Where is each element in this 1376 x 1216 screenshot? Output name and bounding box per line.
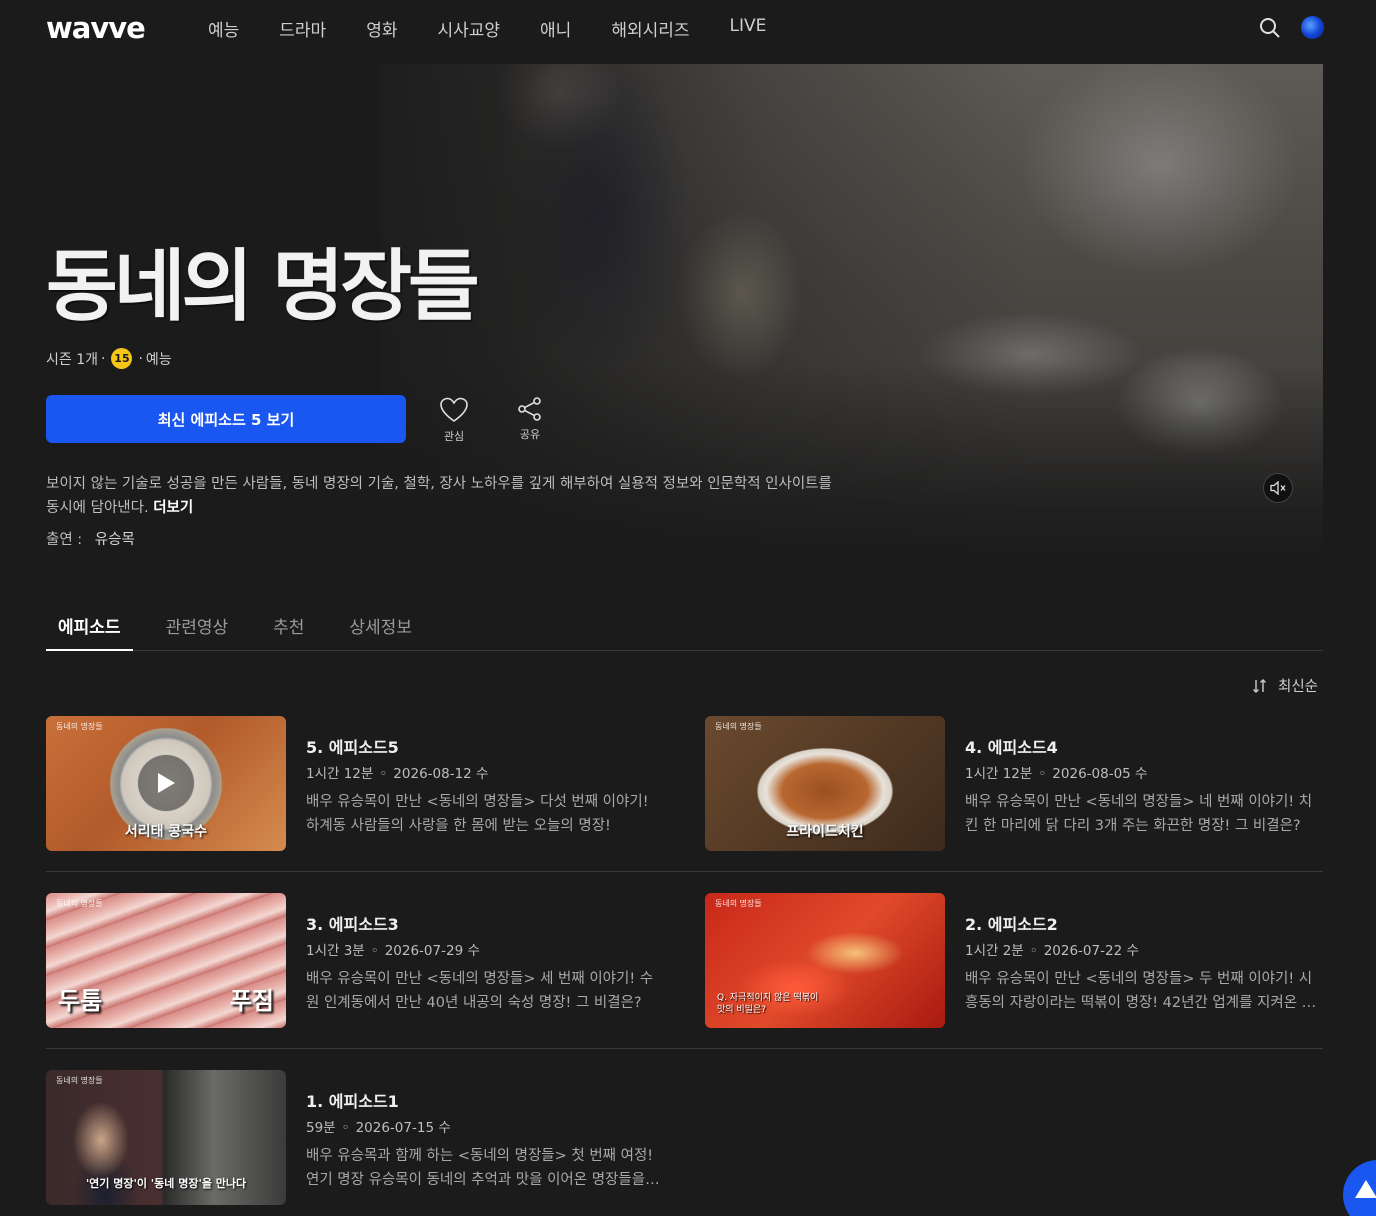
content-tabs: 에피소드 관련영상 추천 상세정보 (46, 605, 1323, 651)
episode-title[interactable]: 1. 에피소드1 (306, 1088, 399, 1112)
nav-item-variety[interactable]: 예능 (208, 16, 239, 41)
season-count: 시즌 1개 (46, 351, 98, 368)
play-overlay[interactable] (137, 754, 195, 812)
speaker-muted-icon (1270, 480, 1286, 496)
episode-item[interactable]: 동네의 명장들 두툼 푸짐 3. 에피소드3 1시간 3분 ◦ 2026-07-29… (46, 893, 666, 1029)
scroll-to-top-button[interactable] (1343, 1160, 1376, 1216)
episode-title[interactable]: 3. 에피소드3 (306, 911, 399, 935)
episode-thumbnail[interactable]: 동네의 명장들 두툼 푸짐 (46, 893, 286, 1028)
cast-info: 출연 : 유승목 (46, 528, 135, 549)
share-button[interactable]: 공유 (510, 396, 550, 442)
heart-icon (440, 397, 468, 422)
episode-date: 2026-08-05 수 (1052, 766, 1148, 782)
tab-episodes[interactable]: 에피소드 (46, 605, 133, 651)
episode-thumbnail[interactable]: 동네의 명장들 '연기 명장'이 '동네 명장'을 만나다 (46, 1070, 286, 1205)
episode-meta: 1시간 3분 ◦ 2026-07-29 수 (306, 943, 480, 959)
cast-value[interactable]: 유승목 (95, 532, 135, 548)
more-link[interactable]: 더보기 (153, 500, 193, 516)
wavve-logo[interactable]: wavve (46, 11, 146, 45)
episode-duration: 1시간 3분 (306, 943, 365, 959)
episode-title[interactable]: 2. 에피소드2 (965, 911, 1058, 935)
episode-item[interactable]: 동네의 명장들 '연기 명장'이 '동네 명장'을 만나다 1. 에피소드1 5… (46, 1070, 666, 1206)
mute-toggle-button[interactable] (1263, 473, 1293, 503)
main-nav: 예능 드라마 영화 시사교양 애니 해외시리즈 LIVE (208, 16, 806, 41)
share-label: 공유 (519, 428, 541, 441)
nav-item-anime[interactable]: 애니 (540, 16, 571, 41)
episode-title[interactable]: 5. 에피소드5 (306, 734, 399, 758)
profile-avatar[interactable] (1301, 16, 1324, 39)
episode-meta: 1시간 2분 ◦ 2026-07-22 수 (965, 943, 1139, 959)
thumbnail-caption: Q. 자극적이지 않은 떡볶이 맛의 비밀은? (717, 993, 819, 1015)
episode-duration: 1시간 12분 (306, 766, 374, 782)
like-button[interactable]: 관심 (434, 396, 474, 444)
top-header: wavve 예능 드라마 영화 시사교양 애니 해외시리즈 LIVE (0, 0, 1376, 56)
play-latest-episode-button[interactable]: 최신 에피소드 5 보기 (46, 395, 406, 443)
play-icon (158, 773, 175, 793)
episode-description: 배우 유승목이 만난 <동네의 명장들> 세 번째 이야기! 수원 인계동에서 … (306, 971, 654, 1011)
show-title: 동네의 명장들 (46, 241, 480, 332)
episode-description: 배우 유승목이 만난 <동네의 명장들> 두 번째 이야기! 시흥동의 자랑이라… (965, 971, 1316, 1011)
episode-thumbnail[interactable]: 동네의 명장들 서리태 콩국수 (46, 716, 286, 851)
sort-button[interactable]: 최신순 (1252, 675, 1318, 696)
share-icon (518, 397, 541, 421)
episode-duration: 1시간 2분 (965, 943, 1024, 959)
age-rating-badge: 15 (111, 348, 133, 369)
arrow-up-icon (1355, 1180, 1376, 1198)
episode-meta: 1시간 12분 ◦ 2026-08-05 수 (965, 766, 1148, 782)
search-icon[interactable] (1258, 16, 1282, 40)
nav-item-foreign-series[interactable]: 해외시리즈 (611, 16, 689, 41)
show-meta: 시즌 1개 · 15 · 예능 (46, 348, 172, 369)
episode-title[interactable]: 4. 에피소드4 (965, 734, 1058, 758)
thumbnail-caption-right: 푸짐 (229, 986, 274, 1015)
episode-description: 배우 유승목과 함께 하는 <동네의 명장들> 첫 번째 여정! 연기 명장 유… (306, 1148, 654, 1188)
thumbnail-caption: '연기 명장'이 '동네 명장'을 만나다 (85, 1177, 247, 1190)
genre-label: 예능 (145, 351, 172, 368)
nav-item-live[interactable]: LIVE (730, 16, 767, 41)
episode-meta: 59분 ◦ 2026-07-15 수 (306, 1120, 451, 1136)
cast-label: 출연 : (46, 532, 83, 548)
episode-date: 2026-08-12 수 (393, 766, 489, 782)
episode-description: 배우 유승목이 만난 <동네의 명장들> 네 번째 이야기! 치킨 한 마리에 … (965, 794, 1313, 834)
tab-recommended[interactable]: 추천 (261, 605, 316, 651)
sort-icon (1253, 678, 1266, 693)
episode-duration: 59분 (306, 1120, 336, 1136)
tab-related-videos[interactable]: 관련영상 (154, 605, 241, 651)
episode-thumbnail[interactable]: 동네의 명장들 프라이드치킨 (705, 716, 945, 851)
episode-duration: 1시간 12분 (965, 766, 1033, 782)
episode-description: 배우 유승목이 만난 <동네의 명장들> 다섯 번째 이야기! 하계동 사람들의… (306, 794, 649, 834)
episode-meta: 1시간 12분 ◦ 2026-08-12 수 (306, 766, 489, 782)
episode-date: 2026-07-29 수 (384, 943, 480, 959)
sort-label: 최신순 (1278, 679, 1319, 695)
show-description: 보이지 않는 기술로 성공을 만든 사람들, 동네 명장의 기술, 철학, 장사… (46, 476, 832, 516)
episode-item[interactable]: 동네의 명장들 프라이드치킨 4. 에피소드4 1시간 12분 ◦ 2026-08-… (705, 716, 1325, 852)
nav-item-drama[interactable]: 드라마 (279, 16, 326, 41)
episode-thumbnail[interactable]: 동네의 명장들 Q. 자극적이지 않은 떡볶이 맛의 비밀은? (705, 893, 945, 1028)
episode-item[interactable]: 동네의 명장들 서리태 콩국수 5. 에피소드5 1시간 12분 ◦ 2026-08… (46, 716, 666, 852)
thumbnail-caption: 프라이드치킨 (786, 824, 864, 840)
episode-date: 2026-07-15 수 (355, 1120, 451, 1136)
thumbnail-caption-left: 두툼 (58, 986, 103, 1015)
tab-details[interactable]: 상세정보 (337, 605, 424, 651)
thumbnail-caption: 서리태 콩국수 (124, 824, 208, 840)
episode-date: 2026-07-22 수 (1043, 943, 1139, 959)
episode-item[interactable]: 동네의 명장들 Q. 자극적이지 않은 떡볶이 맛의 비밀은? 2. 에피소드2… (705, 893, 1325, 1029)
nav-item-movie[interactable]: 영화 (366, 16, 397, 41)
like-label: 관심 (443, 430, 465, 443)
nav-item-documentary[interactable]: 시사교양 (437, 16, 500, 41)
